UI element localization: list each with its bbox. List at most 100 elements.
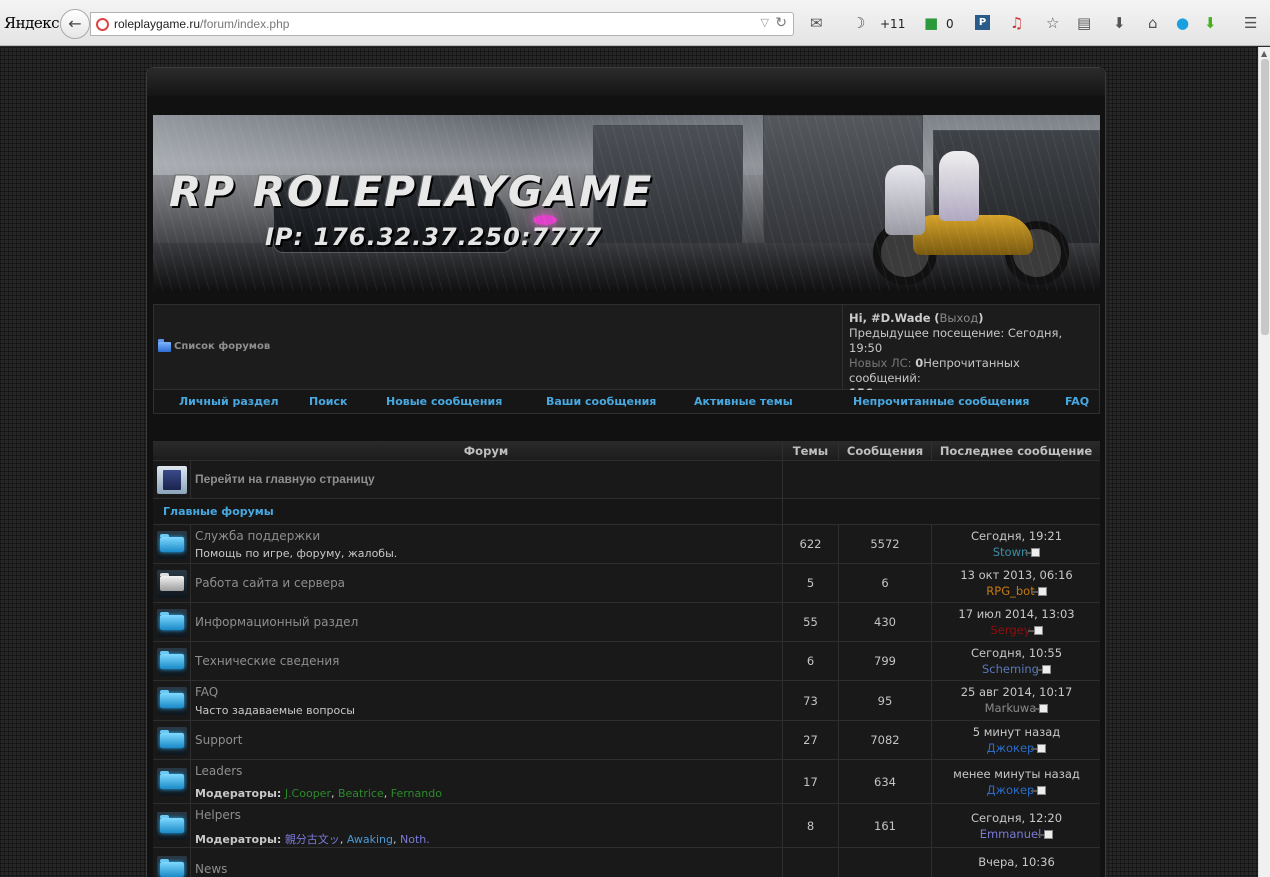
back-button[interactable]: ← (60, 9, 90, 39)
moderator-link[interactable]: 親分古文ッ (285, 833, 340, 846)
inbox-icon[interactable]: ■ (924, 14, 938, 32)
breadcrumb-forum-list[interactable]: Список форумов (174, 341, 270, 352)
nav-new-posts[interactable]: Новые сообщения (386, 395, 502, 408)
mail-icon[interactable]: ✉ (810, 14, 823, 32)
bookmark-b-icon[interactable]: P (975, 15, 990, 30)
goto-last-post-icon[interactable] (1031, 587, 1047, 596)
moderator-link[interactable]: Noth. (400, 833, 430, 846)
scroll-up-icon[interactable]: ▲ (1261, 49, 1267, 58)
nav-unread-posts[interactable]: Непрочитанные сообщения (853, 395, 1030, 408)
forum-folder-icon (157, 812, 187, 840)
site-banner[interactable]: RP ROLEPLAYGAME IP: 176.32.37.250:7777 (153, 115, 1100, 291)
forum-name[interactable]: Leaders (195, 764, 242, 778)
forum-row[interactable]: Технические сведения 6 799 Сегодня, 10:55 Sc… (153, 642, 1100, 681)
last-post-user: Scheming (932, 662, 1101, 676)
last-post-user-link[interactable]: Emmanuel (980, 827, 1042, 841)
last-post-user-link[interactable]: Markuwa (985, 701, 1037, 715)
forum-posts-count: 5572 (870, 537, 900, 551)
forum-posts-count: 7082 (870, 733, 900, 747)
header-posts: Сообщения (838, 441, 931, 460)
menu-icon[interactable]: ☰ (1244, 14, 1257, 32)
weather-icon[interactable]: ☽ (852, 14, 865, 32)
last-post-date: менее минуты назад (953, 767, 1080, 781)
nav-search[interactable]: Поиск (309, 395, 347, 408)
last-post-date: 17 июл 2014, 13:03 (958, 607, 1075, 621)
last-post-user: Markuwa (932, 701, 1101, 715)
forum-wrapper: RP ROLEPLAYGAME IP: 176.32.37.250:7777 С… (146, 67, 1106, 877)
last-post-user: Джокер (932, 783, 1101, 797)
moderator-link[interactable]: Fernando (391, 787, 442, 800)
goto-last-post-icon[interactable] (1031, 786, 1047, 795)
new-pm-label[interactable]: Новых ЛС: (849, 356, 912, 370)
last-post-user-link[interactable]: Джокер (987, 741, 1035, 755)
last-post-date: Сегодня, 12:20 (970, 811, 1063, 825)
last-post-user: RPG_bot (932, 584, 1101, 598)
counter-label[interactable]: +11 (880, 17, 905, 31)
clipboard-icon[interactable]: ▤ (1077, 14, 1091, 32)
forum-name[interactable]: Информационный раздел (195, 615, 358, 629)
moderator-link[interactable]: Beatrice (338, 787, 384, 800)
download-green-icon[interactable]: ⬇ (1204, 14, 1217, 32)
reload-icon[interactable]: ↻ (775, 15, 787, 31)
forum-name[interactable]: Работа сайта и сервера (195, 576, 345, 590)
scrollbar-thumb[interactable] (1261, 59, 1269, 335)
wrapper-topbar (147, 68, 1105, 96)
last-post-user-link[interactable]: RPG_bot (986, 584, 1034, 598)
star-icon[interactable]: ☆ (1046, 14, 1059, 32)
goto-last-post-icon[interactable] (1038, 830, 1054, 839)
forum-posts-count: 430 (874, 615, 896, 629)
nav-faq[interactable]: FAQ (1065, 395, 1089, 408)
goto-last-post-icon[interactable] (1031, 744, 1047, 753)
browser-toolbar: Яндекс ← roleplaygame.ru/forum/index.php… (0, 0, 1270, 46)
forum-folder-icon (157, 687, 187, 715)
forum-name[interactable]: Helpers (195, 808, 241, 822)
forum-row[interactable]: Helpers Модераторы: 親分古文ッ, Awaking, Noth.… (153, 804, 1100, 848)
page-scrollbar[interactable]: ▲ (1258, 47, 1270, 877)
inbox-count[interactable]: 0 (946, 17, 954, 31)
forum-row[interactable]: Служба поддержки Помощь по игре, форуму, … (153, 525, 1100, 564)
moderator-link[interactable]: Awaking (347, 833, 393, 846)
forum-moderators: Модераторы: 親分古文ッ, Awaking, Noth. (195, 833, 430, 846)
forum-name[interactable]: News (195, 862, 227, 876)
last-post-user-link[interactable]: Джокер (987, 783, 1035, 797)
forum-row[interactable]: FAQ Часто задаваемые вопросы 73 95 25 авг 20… (153, 681, 1100, 721)
moderator-link[interactable]: J.Cooper (285, 787, 331, 800)
download-icon[interactable]: ⬇ (1113, 14, 1126, 32)
forum-row[interactable]: News Вчера, 10:36 (153, 848, 1100, 877)
nav-active-topics[interactable]: Активные темы (694, 395, 793, 408)
forum-row[interactable]: Информационный раздел 55 430 17 июл 2014, 1… (153, 603, 1100, 642)
skype-icon[interactable]: ● (1176, 14, 1189, 32)
speaker-icon[interactable]: ♫ (1010, 14, 1023, 32)
user-info: Hi, #D.Wade (Выход) Предыдущее посещение… (842, 305, 1100, 400)
category-title[interactable]: Главные форумы (163, 505, 274, 518)
forum-row[interactable]: Работа сайта и сервера 5 6 13 окт 2013, 06:… (153, 564, 1100, 603)
goto-last-post-icon[interactable] (1033, 704, 1049, 713)
forum-name[interactable]: Служба поддержки (195, 529, 320, 543)
last-post-user-link[interactable]: Stown (993, 545, 1029, 559)
last-post-user-link[interactable]: Sergey (990, 623, 1030, 637)
logout-link[interactable]: Выход (939, 311, 978, 325)
forum-topics-count: 622 (799, 537, 822, 551)
forum-name[interactable]: FAQ (195, 685, 218, 699)
forum-moderators: Модераторы: J.Cooper, Beatrice, Fernando (195, 787, 442, 800)
breadcrumb[interactable]: Список форумов (158, 338, 270, 352)
forum-row[interactable]: Leaders Модераторы: J.Cooper, Beatrice, F… (153, 760, 1100, 804)
header-forum: Форум (463, 444, 509, 458)
url-text: roleplaygame.ru/forum/index.php (114, 17, 289, 31)
nav-your-posts[interactable]: Ваши сообщения (546, 395, 656, 408)
home-icon[interactable]: ⌂ (1148, 14, 1158, 32)
forum-name[interactable]: Технические сведения (195, 654, 339, 668)
home-row[interactable]: Перейти на главную страницу (153, 461, 1100, 499)
nav-personal[interactable]: Личный раздел (179, 395, 279, 408)
url-dropdown-icon[interactable]: ▽ (761, 16, 769, 29)
address-bar[interactable]: roleplaygame.ru/forum/index.php ▽ ↻ (90, 12, 794, 36)
forum-name[interactable]: Support (195, 733, 242, 747)
home-link[interactable]: Перейти на главную страницу (195, 472, 375, 486)
goto-last-post-icon[interactable] (1025, 548, 1041, 557)
forum-row[interactable]: Support 27 7082 5 минут назад Джокер (153, 721, 1100, 760)
forum-topics-count: 55 (803, 615, 818, 629)
goto-last-post-icon[interactable] (1027, 626, 1043, 635)
last-post-user-link[interactable]: Scheming (982, 662, 1039, 676)
banner-title: RP ROLEPLAYGAME (169, 167, 654, 216)
goto-last-post-icon[interactable] (1035, 665, 1051, 674)
